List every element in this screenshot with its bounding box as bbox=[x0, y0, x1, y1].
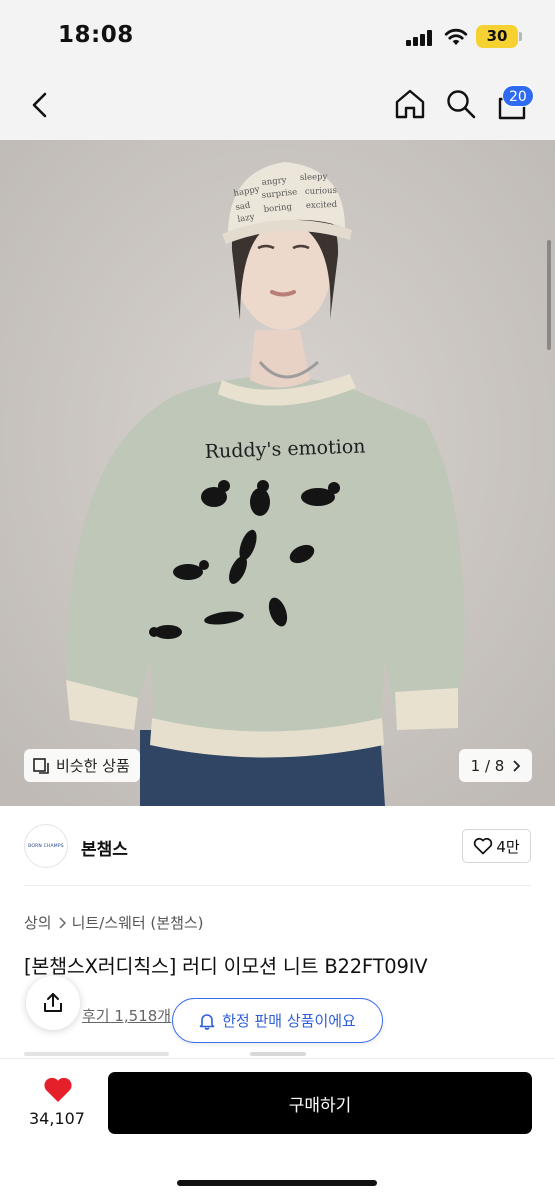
brand-logo[interactable]: BORN CHAMPS bbox=[24, 824, 68, 868]
similar-products-button[interactable]: 비슷한 상품 bbox=[24, 749, 140, 782]
cap-text-sleepy: sleepy bbox=[300, 172, 328, 183]
heart-filled-icon[interactable] bbox=[42, 1076, 74, 1104]
chevron-left-icon[interactable] bbox=[30, 92, 50, 118]
breadcrumb-subcategory[interactable]: 니트/스웨터 (본챔스) bbox=[72, 912, 204, 933]
brand-like-count: 4만 bbox=[496, 837, 520, 856]
breadcrumb: 상의 니트/스웨터 (본챔스) bbox=[24, 912, 204, 933]
share-button[interactable] bbox=[26, 976, 80, 1030]
status-bar: 18:08 30 bbox=[0, 0, 555, 70]
content-peek-bar bbox=[250, 1052, 306, 1056]
bell-icon bbox=[199, 1013, 215, 1030]
brand-name[interactable]: 본챔스 bbox=[81, 835, 128, 860]
brand-like-button[interactable]: 4만 bbox=[462, 829, 531, 863]
cap-text-curious: curious bbox=[305, 186, 337, 197]
cellular-signal-icon bbox=[406, 30, 432, 46]
limited-sale-text: 한정 판매 상품이에요 bbox=[222, 1012, 356, 1030]
buy-button[interactable]: 구매하기 bbox=[108, 1072, 532, 1134]
cart-count-badge: 20 bbox=[502, 85, 534, 107]
heart-outline-icon bbox=[474, 837, 493, 855]
product-title: [본챔스X러디칙스] 러디 이모션 니트 B22FT09IV bbox=[24, 955, 428, 978]
breadcrumb-chevron-icon bbox=[59, 916, 66, 929]
search-icon[interactable] bbox=[445, 88, 477, 120]
similar-products-label: 비슷한 상품 bbox=[56, 757, 130, 775]
home-indicator bbox=[177, 1180, 377, 1186]
brand-logo-text: BORN CHAMPS bbox=[28, 843, 64, 849]
battery-indicator: 30 bbox=[476, 25, 518, 48]
image-page-counter: 1 / 8 bbox=[470, 756, 505, 775]
status-time: 18:08 bbox=[58, 22, 134, 48]
similar-products-icon bbox=[33, 757, 49, 774]
product-like-count: 34,107 bbox=[29, 1109, 85, 1128]
brand-row[interactable]: BORN CHAMPS 본챔스 4만 bbox=[0, 806, 555, 886]
product-image[interactable]: happy angry sleepy sad surprise curious … bbox=[0, 140, 555, 806]
share-icon bbox=[44, 993, 62, 1012]
limited-sale-toast[interactable]: 한정 판매 상품이에요 bbox=[172, 998, 383, 1043]
review-link[interactable]: 후기 1,518개 bbox=[82, 1005, 171, 1026]
image-scroll-thumb[interactable] bbox=[547, 240, 551, 350]
home-icon[interactable] bbox=[393, 87, 427, 121]
nav-bar bbox=[0, 70, 555, 140]
content-peek-bar bbox=[24, 1052, 169, 1056]
chevron-right-icon bbox=[513, 759, 521, 772]
section-divider bbox=[24, 885, 531, 886]
battery-nub bbox=[519, 32, 522, 41]
image-page-indicator[interactable]: 1 / 8 bbox=[459, 749, 532, 782]
cap-text-excited: excited bbox=[306, 200, 338, 211]
breadcrumb-category[interactable]: 상의 bbox=[24, 912, 52, 933]
wifi-icon bbox=[444, 28, 468, 45]
product-photo-illustration: happy angry sleepy sad surprise curious … bbox=[0, 140, 555, 806]
